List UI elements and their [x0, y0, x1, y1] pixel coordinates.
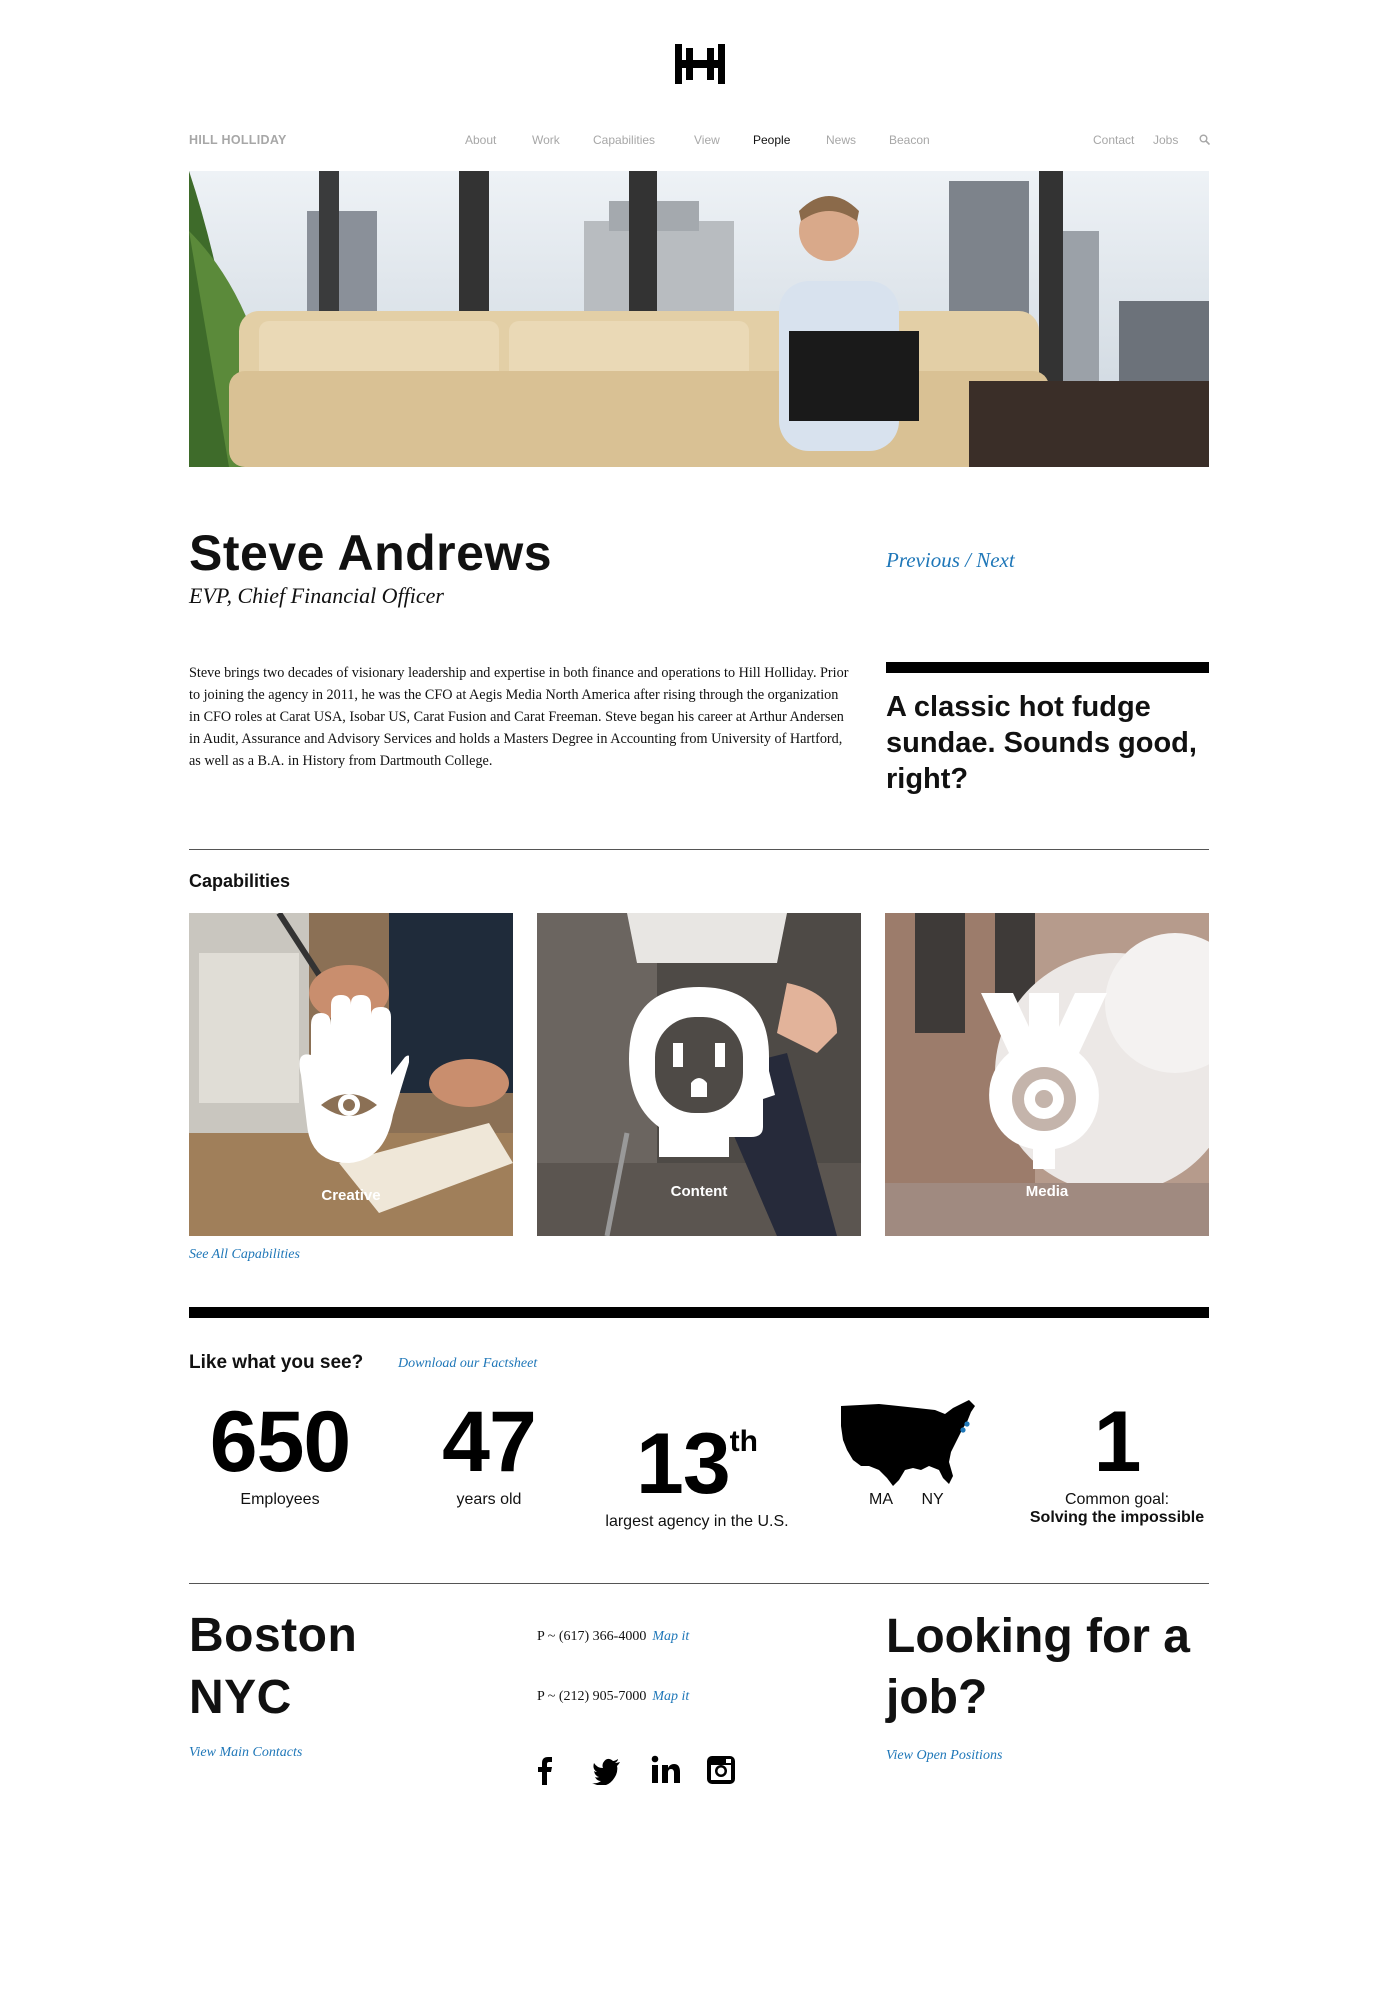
- phone-nyc: P ~ (212) 905-7000 Map it: [537, 1689, 689, 1705]
- city-nyc: NYC: [189, 1671, 292, 1724]
- state-label-ny: NY: [921, 1491, 944, 1508]
- phone-nyc-number: P ~ (212) 905-7000: [537, 1689, 647, 1704]
- search-icon[interactable]: [1199, 134, 1210, 145]
- capability-label-media: Media: [1025, 1183, 1069, 1200]
- capabilities-heading: Capabilities: [189, 871, 291, 891]
- view-main-contacts-link[interactable]: View Main Contacts: [189, 1745, 302, 1761]
- capability-tile-content[interactable]: Content: [537, 913, 861, 1236]
- person-quote: A classic hot fudge sundae. Sounds good,…: [886, 691, 1197, 795]
- stat-rank-label: largest agency in the U.S.: [605, 1513, 789, 1530]
- quote-divider: [886, 662, 1209, 673]
- twitter-icon[interactable]: [592, 1755, 622, 1785]
- hh-logo-icon[interactable]: [673, 44, 727, 84]
- section-divider: [189, 849, 1209, 850]
- view-open-positions-link[interactable]: View Open Positions: [886, 1748, 1002, 1764]
- stat-goal-emphasis: Solving the impossible: [1029, 1509, 1205, 1526]
- person-name: Steve Andrews: [189, 525, 553, 581]
- download-factsheet-link[interactable]: Download our Factsheet: [398, 1356, 537, 1372]
- previous-link[interactable]: Previous: [886, 548, 960, 572]
- capability-tile-creative[interactable]: Creative: [189, 913, 513, 1236]
- stat-goal: 1 Common goal: Solving the impossible: [1017, 1394, 1217, 1527]
- nav-work[interactable]: Work: [532, 133, 560, 147]
- linkedin-icon[interactable]: [650, 1755, 680, 1785]
- job-heading: Looking for a job?: [886, 1610, 1190, 1724]
- stat-rank: 13th largest agency in the U.S.: [597, 1394, 797, 1531]
- prev-next-separator: /: [965, 548, 971, 572]
- prev-next-nav: Previous / Next: [886, 548, 1015, 573]
- footer-divider: [189, 1583, 1209, 1584]
- next-link[interactable]: Next: [976, 548, 1014, 572]
- nav-people[interactable]: People: [753, 133, 790, 147]
- section-bar: [189, 1307, 1209, 1318]
- facebook-icon[interactable]: [530, 1755, 560, 1785]
- map-link-nyc[interactable]: Map it: [652, 1689, 689, 1704]
- person-title: EVP, Chief Financial Officer: [189, 583, 444, 608]
- city-boston: Boston: [189, 1609, 358, 1662]
- state-labels: MA NY: [869, 1491, 968, 1509]
- hand-eye-icon: [299, 995, 409, 1163]
- stat-goal-text: Common goal:: [1064, 1491, 1170, 1508]
- stat-rank-value: 13: [636, 1416, 731, 1512]
- stat-years-number: 47: [442, 1394, 537, 1490]
- stat-rank-number: 13th: [597, 1394, 797, 1512]
- capability-label-content: Content: [670, 1183, 728, 1200]
- nav-capabilities[interactable]: Capabilities: [593, 133, 655, 147]
- stat-rank-suffix: th: [729, 1425, 758, 1458]
- nav-jobs[interactable]: Jobs: [1153, 133, 1178, 147]
- nav-contact[interactable]: Contact: [1093, 133, 1134, 147]
- capability-label-creative: Creative: [321, 1187, 381, 1204]
- phone-boston: P ~ (617) 366-4000 Map it: [537, 1629, 689, 1645]
- see-all-capabilities-link[interactable]: See All Capabilities: [189, 1247, 300, 1263]
- nav-about[interactable]: About: [465, 133, 496, 147]
- like-what-you-see-heading: Like what you see?: [189, 1352, 364, 1373]
- stat-goal-label: Common goal: Solving the impossible: [1017, 1491, 1217, 1527]
- hero-photo: [189, 171, 1209, 467]
- stat-years: 47 years old: [419, 1394, 559, 1509]
- stat-employees-label: Employees: [240, 1491, 320, 1508]
- brand-link[interactable]: HILL HOLLIDAY: [189, 133, 287, 147]
- capability-tile-media[interactable]: Media: [885, 913, 1209, 1236]
- person-bio: Steve brings two decades of visionary le…: [189, 665, 849, 769]
- target-funnel-icon: [981, 993, 1107, 1169]
- nav-news[interactable]: News: [826, 133, 856, 147]
- stat-employees: 650 Employees: [200, 1394, 360, 1509]
- stat-years-label: years old: [456, 1491, 522, 1508]
- head-outlet-icon: [629, 987, 775, 1157]
- nav-beacon[interactable]: Beacon: [889, 133, 930, 147]
- nav-view[interactable]: View: [694, 133, 720, 147]
- stat-employees-number: 650: [209, 1394, 352, 1490]
- phone-boston-number: P ~ (617) 366-4000: [537, 1629, 647, 1644]
- us-map-icon: [841, 1400, 975, 1486]
- instagram-icon[interactable]: [706, 1755, 736, 1785]
- top-nav: HILL HOLLIDAY About Work Capabilities Vi…: [189, 132, 1210, 150]
- stat-goal-number: 1: [1093, 1394, 1142, 1490]
- map-link-boston[interactable]: Map it: [652, 1629, 689, 1644]
- state-label-ma: MA: [869, 1491, 893, 1508]
